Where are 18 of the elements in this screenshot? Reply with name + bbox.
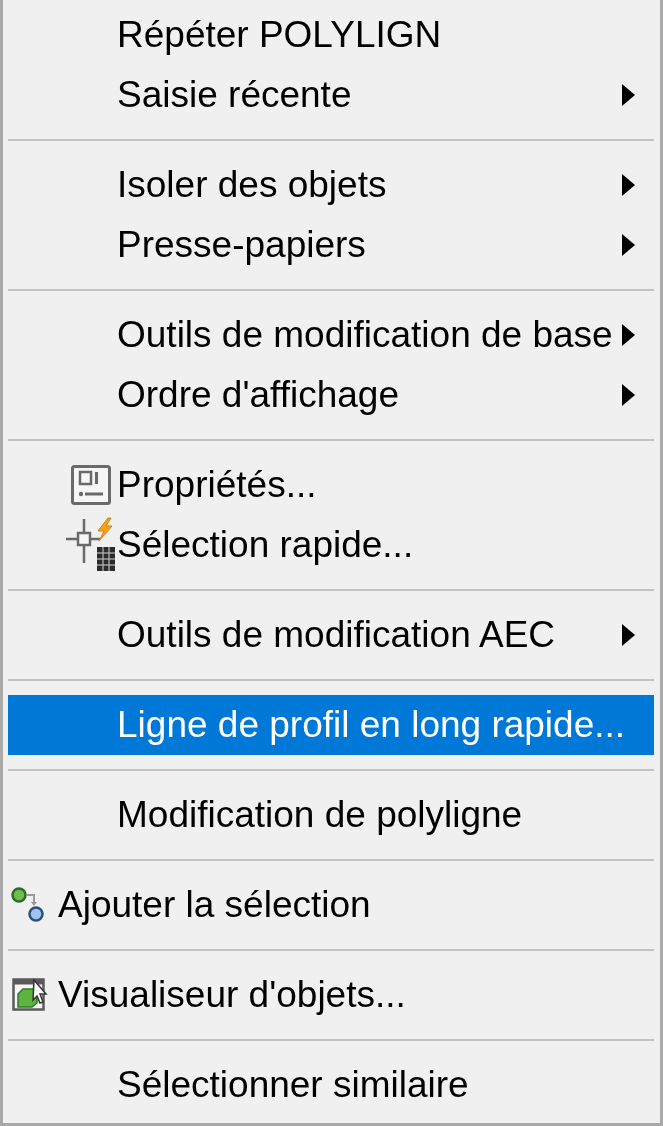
crosshair-lightning-table-icon: [64, 517, 116, 573]
menu-item[interactable]: Répéter POLYLIGN: [8, 5, 654, 65]
menu-item[interactable]: Ligne de profil en long rapide...: [8, 695, 654, 755]
menu-item[interactable]: Presse-papiers: [8, 215, 654, 275]
menu-item[interactable]: Outils de modification AEC: [8, 605, 654, 665]
menu-item[interactable]: Ajouter la sélection: [8, 875, 654, 935]
window-cube-cursor-icon: [12, 978, 48, 1012]
linked-circles-icon: [11, 887, 45, 923]
menu-item[interactable]: Saisie récente: [8, 65, 654, 125]
menu-item[interactable]: Visualiseur d'objets...: [8, 965, 654, 1025]
menu-item[interactable]: Propriétés...: [8, 455, 654, 515]
properties-panel-icon: [71, 465, 111, 505]
menu-item[interactable]: Ordre d'affichage: [8, 365, 654, 425]
menu-item[interactable]: Outils de modification de base: [8, 305, 654, 365]
menu-item[interactable]: Isoler des objets: [8, 155, 654, 215]
menu-item[interactable]: Modification de polyligne: [8, 785, 654, 845]
menu-item[interactable]: Sélectionner similaire: [8, 1055, 654, 1115]
menu-item[interactable]: Sélection rapide...: [8, 515, 654, 575]
